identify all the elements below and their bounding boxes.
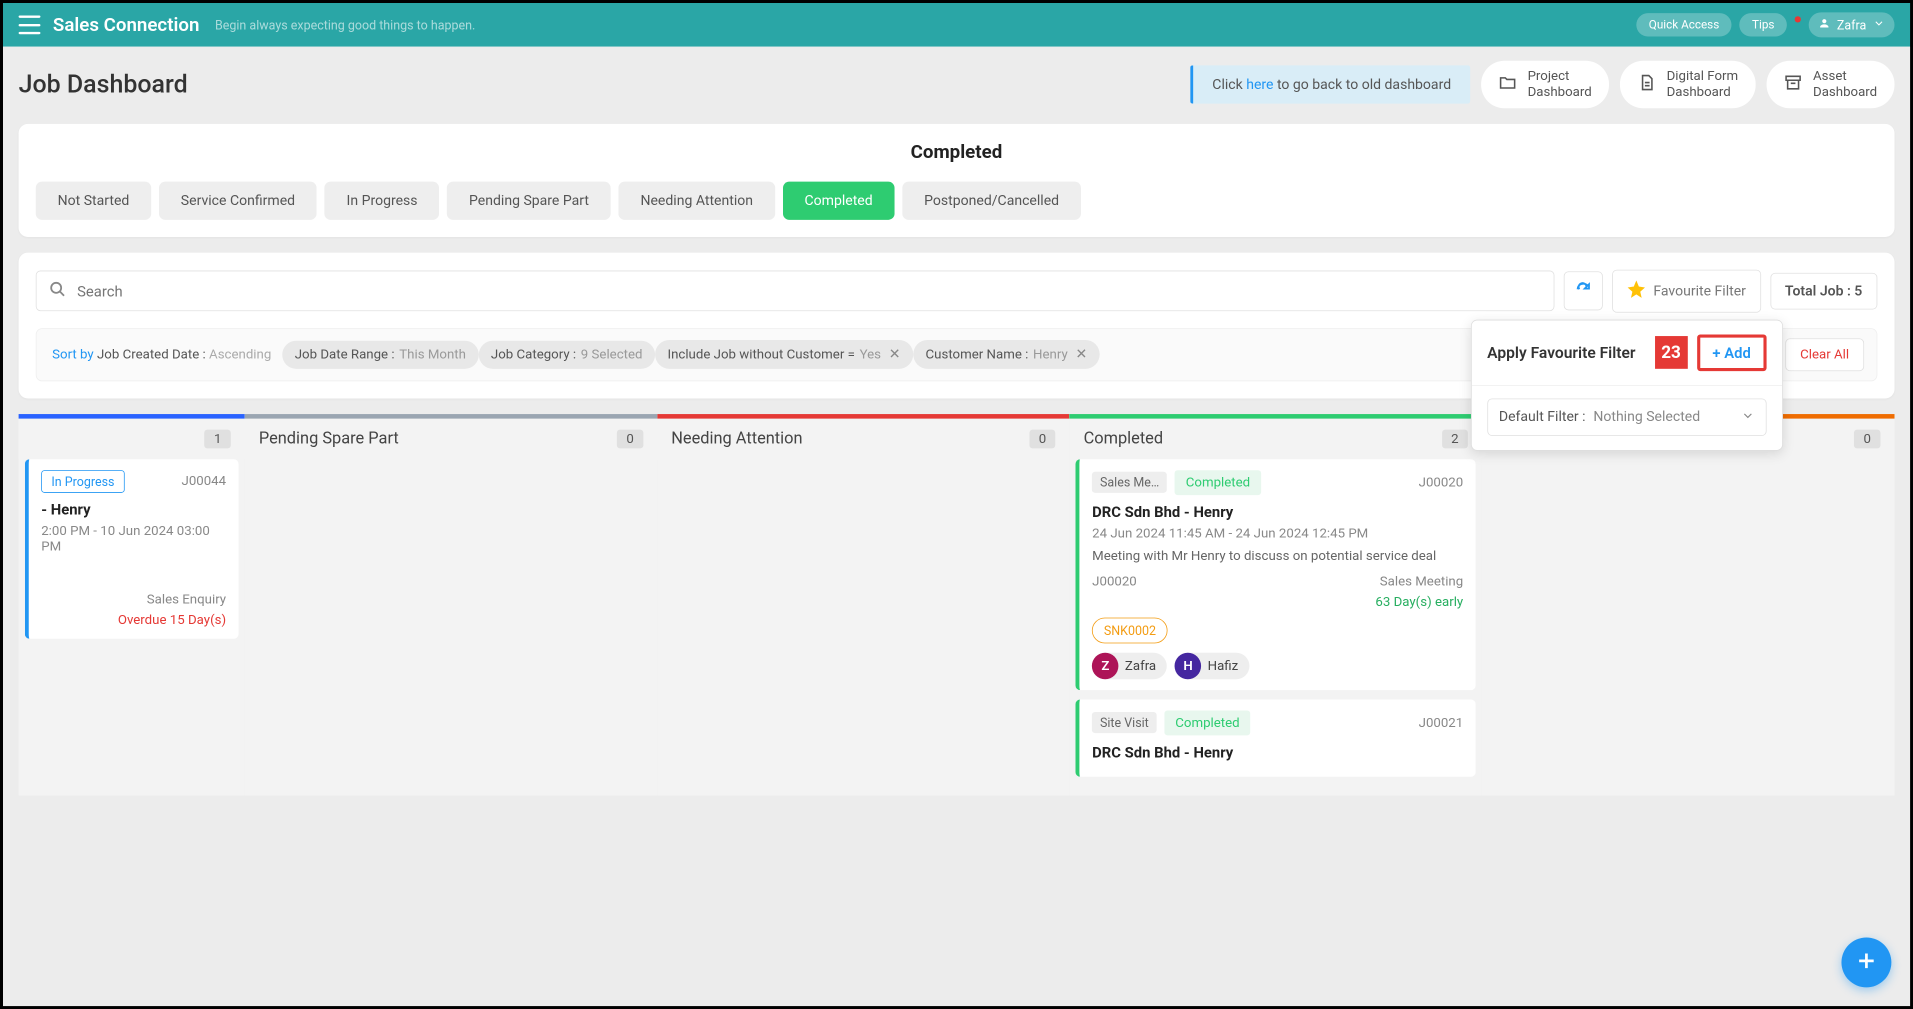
kanban-column: Pending Spare Part0 — [245, 414, 657, 795]
favourite-filter-button[interactable]: Favourite Filter — [1612, 270, 1761, 313]
column-count: 0 — [1029, 429, 1055, 448]
kanban-column: Postponed/Cancelled0 — [1482, 414, 1894, 795]
column-title: Needing Attention — [671, 429, 1029, 448]
notification-dot — [1795, 16, 1801, 22]
user-menu-button[interactable]: Zafra — [1809, 12, 1895, 37]
status-badge: Completed — [1164, 710, 1250, 735]
panel-title: Completed — [36, 141, 1877, 163]
customer-name: DRC Sdn Bhd - Henry — [1092, 743, 1463, 761]
status-tab[interactable]: Not Started — [36, 181, 151, 219]
filter-chips-row: Sort by Job Created Date : Ascending Job… — [36, 328, 1877, 381]
job-card[interactable]: Site Visit Completed J00021 DRC Sdn Bhd - H… — [1076, 699, 1476, 776]
chevron-down-icon — [1872, 17, 1884, 33]
kanban-column: Needing Attention0 — [657, 414, 1069, 795]
avatar: H — [1175, 652, 1202, 679]
job-category-label: Sales Enquiry — [147, 592, 226, 608]
category-badge: Sales Me… — [1092, 472, 1167, 493]
favourite-filter-popover: Apply Favourite Filter 23 + Add Default … — [1471, 320, 1783, 451]
divider — [1472, 385, 1782, 386]
search-box[interactable] — [36, 271, 1555, 312]
brand-title: Sales Connection — [53, 14, 199, 36]
job-time: 24 Jun 2024 11:45 AM - 24 Jun 2024 12:45… — [1092, 525, 1463, 541]
asset-dashboard-button[interactable]: AssetDashboard — [1766, 61, 1894, 108]
status-badge: In Progress — [41, 470, 124, 493]
app-header: Sales Connection Begin always expecting … — [3, 3, 1910, 47]
job-card[interactable]: In Progress J00044 - Henry 2:00 PM - 10 Jun… — [25, 459, 239, 638]
quick-access-button[interactable]: Quick Access — [1636, 13, 1731, 36]
category-badge: Site Visit — [1092, 712, 1156, 733]
column-count: 2 — [1442, 429, 1468, 448]
status-tabs-panel: Completed Not StartedService ConfirmedIn… — [19, 124, 1895, 237]
page-title: Job Dashboard — [19, 70, 1180, 100]
add-favourite-button[interactable]: + Add — [1697, 334, 1767, 371]
remove-chip-icon[interactable]: ✕ — [889, 346, 901, 362]
search-input[interactable] — [77, 282, 1541, 300]
status-badge: Completed — [1175, 470, 1261, 495]
search-icon — [49, 281, 77, 301]
folder-icon — [1498, 74, 1517, 96]
early-label: 63 Day(s) early — [1092, 594, 1463, 610]
avatar: Z — [1092, 652, 1119, 679]
filter-chip[interactable]: Job Category : 9 Selected — [478, 341, 655, 369]
tagline-text: Begin always expecting good things to ha… — [215, 17, 1636, 32]
user-name: Zafra — [1837, 17, 1866, 32]
asset-tag[interactable]: SNK0002 — [1092, 617, 1168, 643]
overdue-label: Overdue 15 Day(s) — [41, 612, 226, 628]
refresh-button[interactable] — [1564, 272, 1603, 311]
star-icon — [1627, 280, 1646, 303]
status-tab[interactable]: Completed — [783, 181, 895, 219]
job-description: Meeting with Mr Henry to discuss on pote… — [1092, 547, 1463, 566]
notifications-button[interactable] — [1795, 16, 1801, 34]
remove-chip-icon[interactable]: ✕ — [1076, 346, 1088, 362]
search-filter-panel: Favourite Filter Total Job : 5 Sort by J… — [19, 252, 1895, 398]
project-dashboard-button[interactable]: ProjectDashboard — [1481, 61, 1609, 108]
user-icon — [1818, 17, 1830, 33]
archive-icon — [1783, 74, 1802, 96]
filter-chip[interactable]: Job Date Range : This Month — [282, 341, 478, 369]
job-id: J00044 — [181, 474, 226, 490]
column-title: Pending Spare Part — [259, 429, 617, 448]
digital-form-dashboard-button[interactable]: Digital FormDashboard — [1620, 61, 1756, 108]
plus-icon — [1855, 950, 1877, 975]
status-tab[interactable]: Service Confirmed — [159, 181, 317, 219]
column-count: 0 — [1854, 429, 1880, 448]
customer-name: DRC Sdn Bhd - Henry — [1092, 503, 1463, 521]
step-callout-badge: 23 — [1655, 336, 1688, 369]
customer-name: - Henry — [41, 500, 226, 518]
sort-indicator[interactable]: Sort by Job Created Date : Ascending — [49, 341, 274, 369]
old-dashboard-link[interactable]: here — [1246, 76, 1273, 92]
job-id-footer: J00020 — [1092, 574, 1137, 590]
tips-button[interactable]: Tips — [1740, 13, 1787, 36]
add-fab-button[interactable] — [1841, 937, 1891, 987]
popover-title: Apply Favourite Filter — [1487, 343, 1645, 362]
filter-chip[interactable]: Customer Name : Henry ✕ — [913, 340, 1100, 369]
job-time: 2:00 PM - 10 Jun 2024 03:00 PM — [41, 523, 226, 554]
filter-chip[interactable]: Include Job without Customer = Yes ✕ — [655, 340, 913, 369]
kanban-column: Completed2Sales Me…CompletedJ00020DRC Sd… — [1070, 414, 1482, 795]
clear-all-button[interactable]: Clear All — [1785, 338, 1864, 371]
column-count: 1 — [205, 429, 231, 448]
status-tab[interactable]: Postponed/Cancelled — [902, 181, 1081, 219]
column-title: Completed — [1084, 429, 1442, 448]
assignee-name: Hafiz — [1208, 658, 1239, 674]
status-tab[interactable]: In Progress — [325, 181, 440, 219]
kanban-column: 1 In Progress J00044 - Henry 2:00 PM - 10 Ju… — [19, 414, 245, 795]
status-tab[interactable]: Needing Attention — [619, 181, 775, 219]
assignee-name: Zafra — [1125, 658, 1156, 674]
document-icon — [1637, 74, 1656, 96]
job-id: J00020 — [1419, 475, 1464, 491]
default-filter-select[interactable]: Default Filter : Nothing Selected — [1487, 398, 1766, 435]
chevron-down-icon — [1741, 408, 1755, 425]
info-banner: Click here to go back to old dashboard — [1190, 65, 1469, 103]
assignee-chip[interactable]: H Hafiz — [1175, 652, 1249, 679]
assignee-chip[interactable]: Z Zafra — [1092, 652, 1167, 679]
column-count: 0 — [617, 429, 643, 448]
hamburger-icon[interactable] — [19, 15, 41, 34]
job-card[interactable]: Sales Me… Completed J00020 DRC Sdn Bhd - He… — [1076, 459, 1476, 690]
total-job-count: Total Job : 5 — [1770, 273, 1877, 310]
job-category-label: Sales Meeting — [1380, 574, 1463, 590]
status-tab[interactable]: Pending Spare Part — [447, 181, 611, 219]
job-id: J00021 — [1419, 715, 1464, 731]
refresh-icon — [1575, 281, 1592, 301]
